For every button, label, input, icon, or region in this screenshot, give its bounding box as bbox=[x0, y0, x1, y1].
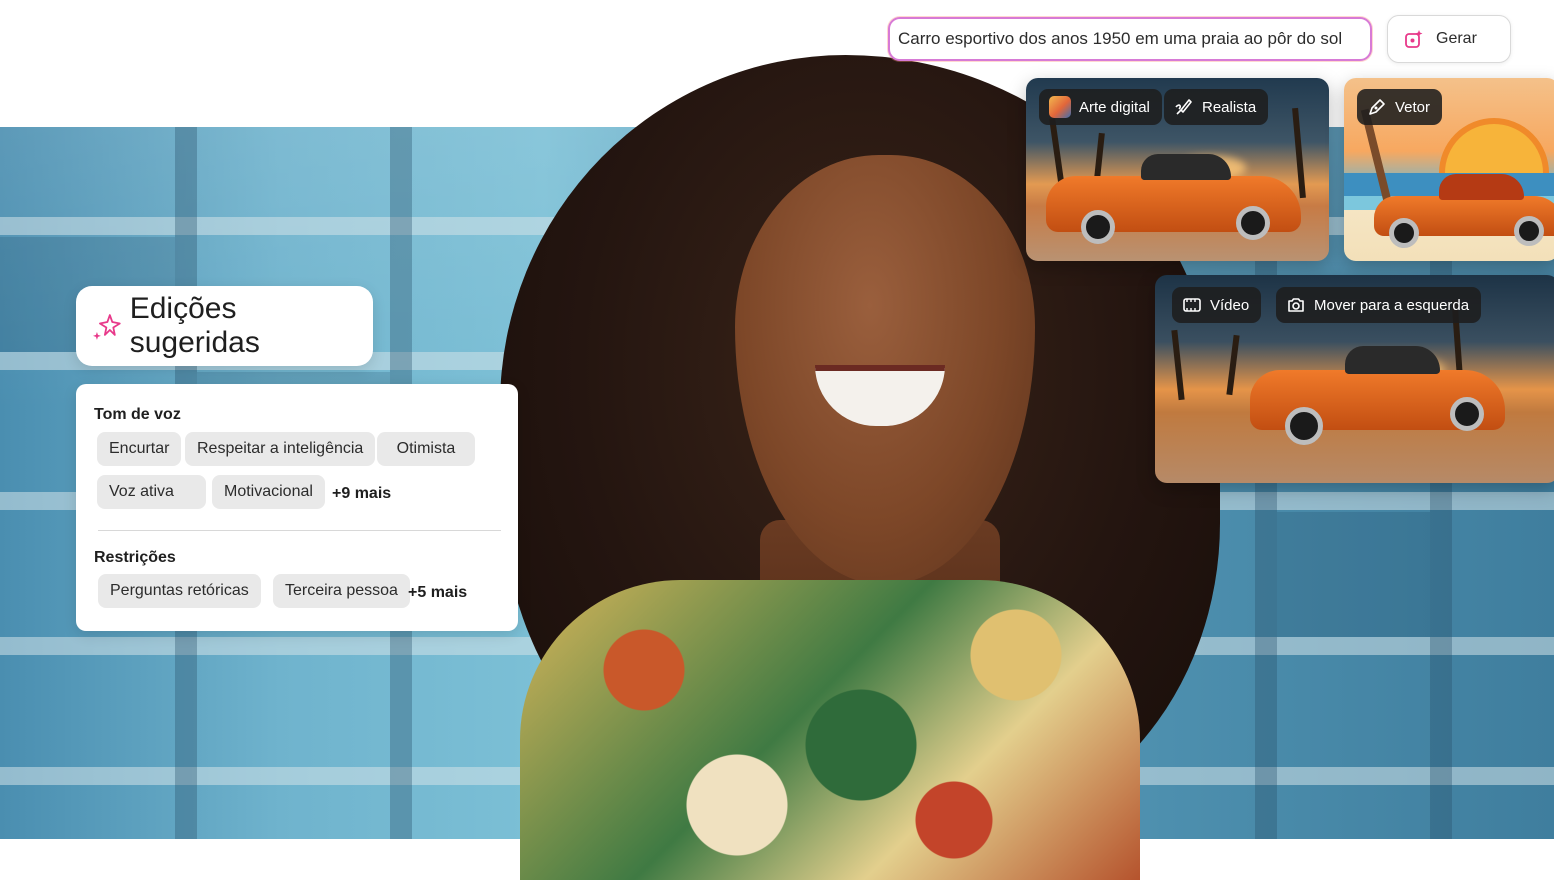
sparkle-icon bbox=[92, 314, 121, 340]
generate-button-label: Gerar bbox=[1436, 30, 1477, 47]
section-divider bbox=[98, 530, 501, 531]
tag-move-left[interactable]: Mover para a esquerda bbox=[1276, 287, 1482, 323]
tag-label: Realista bbox=[1202, 98, 1257, 116]
chip-shorten[interactable]: Encurtar bbox=[97, 432, 182, 466]
generate-button[interactable]: Gerar bbox=[1387, 15, 1511, 63]
tag-video[interactable]: Vídeo bbox=[1172, 287, 1262, 323]
section-title-tone: Tom de voz bbox=[94, 406, 181, 423]
tag-label: Mover para a esquerda bbox=[1314, 296, 1470, 314]
person-floral-shirt bbox=[520, 580, 1140, 880]
tag-realistic[interactable]: Realista bbox=[1164, 89, 1269, 125]
tag-digital-art[interactable]: Arte digital bbox=[1039, 89, 1162, 125]
chip-motivational[interactable]: Motivacional bbox=[212, 475, 325, 509]
chip-rhetorical-questions[interactable]: Perguntas retóricas bbox=[98, 574, 261, 608]
brush-icon bbox=[1175, 99, 1192, 115]
suggested-edits-title: Edições sugeridas bbox=[129, 292, 260, 359]
camera-icon bbox=[1288, 298, 1304, 312]
section-title-restrictions: Restrições bbox=[94, 549, 176, 566]
pen-icon bbox=[1369, 99, 1385, 115]
suggested-edits-header: Edições sugeridas bbox=[76, 286, 373, 366]
tag-label: Vetor bbox=[1395, 98, 1431, 116]
suggested-edits-panel: Tom de voz Encurtar Respeitar a inteligê… bbox=[76, 384, 518, 631]
prompt-text: Carro esportivo dos anos 1950 em uma pra… bbox=[898, 29, 1343, 48]
chip-active-voice[interactable]: Voz ativa bbox=[97, 475, 206, 509]
sparkle-image-icon bbox=[1405, 30, 1423, 48]
tag-label: Vídeo bbox=[1210, 296, 1250, 314]
tag-vector[interactable]: Vetor bbox=[1357, 89, 1443, 125]
chip-respect-intelligence[interactable]: Respeitar a inteligência bbox=[185, 432, 376, 466]
more-tone-options[interactable]: +9 mais bbox=[332, 485, 391, 503]
tag-label: Arte digital bbox=[1079, 98, 1150, 116]
thumbnail-icon bbox=[1049, 96, 1071, 118]
chip-third-person[interactable]: Terceira pessoa bbox=[273, 574, 410, 608]
prompt-input[interactable]: Carro esportivo dos anos 1950 em uma pra… bbox=[888, 17, 1372, 61]
more-restriction-options[interactable]: +5 mais bbox=[408, 584, 467, 602]
chip-optimistic[interactable]: Otimista bbox=[377, 432, 475, 466]
film-icon bbox=[1183, 298, 1201, 312]
